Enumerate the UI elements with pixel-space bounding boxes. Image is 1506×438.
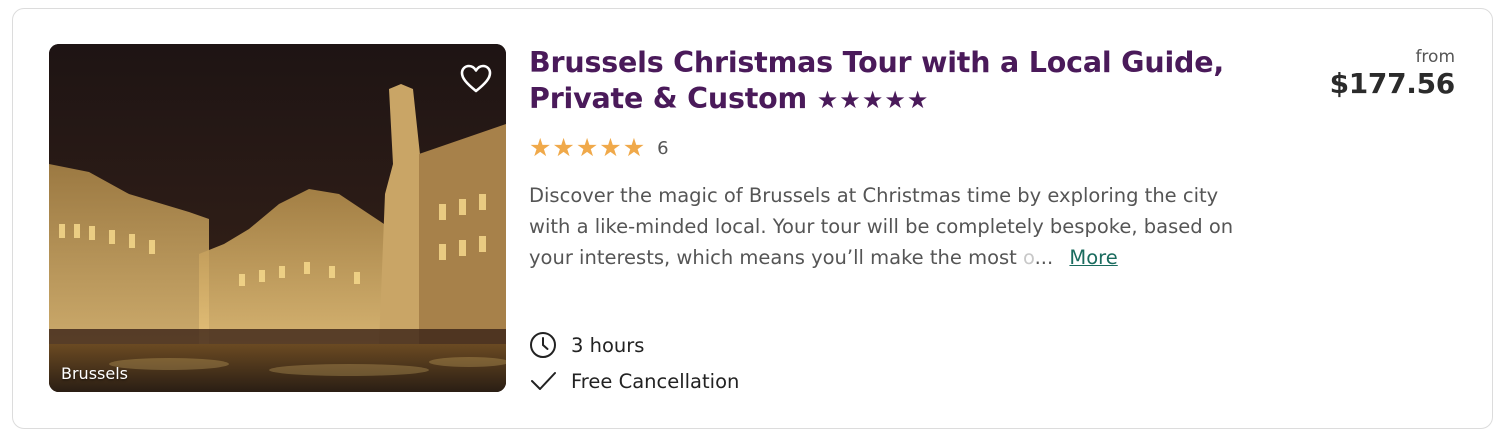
title-stars: ★★★★★ [816,86,930,114]
more-link[interactable]: More [1069,246,1117,269]
heart-outline-icon [460,64,492,93]
tour-features: 3 hours Free Cancellation [529,327,739,399]
star-icon: ★ [529,133,552,162]
description-text: Discover the magic of Brussels at Christ… [529,184,1234,269]
star-icon: ★ [575,133,599,162]
tour-title[interactable]: Brussels Christmas Tour with a Local Gui… [529,45,1249,118]
price-from-label: from [1415,47,1455,67]
clock-icon [530,332,556,358]
description-ellipsis: ... [1034,246,1054,269]
feature-cancellation: Free Cancellation [529,363,739,399]
price-amount: $177.56 [1329,67,1456,100]
rating: ★ ★ ★ ★ ★ 6 [529,135,669,161]
tour-description: Discover the magic of Brussels at Christ… [529,180,1249,273]
star-icon: ★ [552,133,575,162]
rating-stars: ★ ★ ★ ★ ★ [529,135,645,161]
favorite-button[interactable] [458,62,494,96]
checkmark-icon [531,372,556,390]
grand-place-night-photo [49,44,506,392]
price-block: from $177.56 [1329,47,1456,100]
description-fade: o [1023,246,1035,269]
tour-image[interactable]: Brussels [49,44,506,392]
cancellation-label: Free Cancellation [571,369,740,393]
star-icon: ★ [622,133,646,162]
feature-duration: 3 hours [529,327,739,363]
star-icon: ★ [599,133,622,162]
duration-label: 3 hours [571,333,645,357]
image-location-label: Brussels [61,364,128,383]
tour-card[interactable]: Brussels Brussels Christmas Tour with a … [12,8,1493,429]
review-count: 6 [657,137,669,159]
